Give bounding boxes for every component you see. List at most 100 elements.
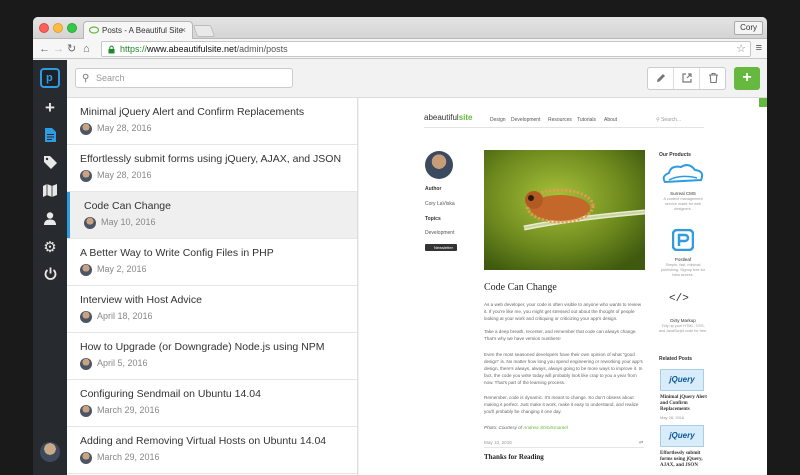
brand-suffix: site: [458, 113, 473, 122]
minimize-window-button[interactable]: [53, 23, 63, 33]
user-avatar[interactable]: [40, 442, 60, 462]
post-paragraph: Remember, code is dynamic. It's meant to…: [484, 395, 639, 414]
delete-post-button[interactable]: [700, 68, 726, 89]
sidebar-item-posts[interactable]: [33, 128, 67, 146]
address-bar[interactable]: https://www.abeautifulsite.net/admin/pos…: [101, 41, 751, 57]
plus-icon: +: [742, 69, 752, 86]
site-nav-divider: [424, 127, 704, 128]
author-avatar: [80, 405, 92, 417]
post-list-item[interactable]: How to Upgrade (or Downgrade) Node.js us…: [67, 333, 357, 380]
post-title: Code Can Change: [84, 200, 171, 212]
post-list-item[interactable]: A Better Way to Write Config Files in PH…: [67, 239, 357, 286]
site-nav-link[interactable]: Design: [490, 117, 506, 123]
post-list-item-selected[interactable]: Code Can Change May 10, 2016: [67, 192, 357, 239]
gear-icon: ⚙: [43, 239, 57, 256]
tab-title: Posts - A Beautiful Site: [102, 26, 183, 35]
post-date: March 29, 2016: [97, 405, 160, 415]
related-post-title[interactable]: Effortlessly submit forms using jQuery, …: [660, 451, 708, 469]
new-tab-button[interactable]: [192, 25, 216, 37]
post-list-item[interactable]: Configuring Sendmail on Ubuntu 14.04 Mar…: [67, 380, 357, 427]
app-sidebar: p + ⚙: [33, 60, 67, 475]
tab-strip: Posts - A Beautiful Site × Cory: [33, 17, 767, 39]
author-avatar: [80, 170, 92, 182]
post-title: Adding and Removing Virtual Hosts on Ubu…: [80, 435, 327, 447]
post-title: A Better Way to Write Config Files in PH…: [80, 247, 274, 259]
product-desc: Simple, fast, minimal publishing. Signup…: [660, 263, 706, 277]
browser-tab[interactable]: Posts - A Beautiful Site ×: [83, 21, 193, 39]
site-nav-link[interactable]: About: [604, 117, 617, 123]
sidebar-item-logout[interactable]: [33, 267, 67, 284]
author-avatar: [80, 452, 92, 464]
caterpillar-photo: [484, 150, 645, 270]
url-scheme: https://: [120, 44, 148, 54]
author-photo: [425, 151, 453, 179]
bookmark-star-icon[interactable]: ☆: [736, 42, 746, 55]
author-label: Author: [425, 186, 442, 192]
post-date: May 2, 2016: [97, 264, 147, 274]
post-title: Minimal jQuery Alert and Confirm Replace…: [80, 106, 305, 118]
jquery-logo: jQuery: [660, 425, 704, 447]
post-list-item[interactable]: Interview with Host Advice April 18, 201…: [67, 286, 357, 333]
photo-credit-link[interactable]: Andrew Shmitsmantel: [523, 425, 568, 430]
sidebar-item-new-post[interactable]: +: [33, 99, 67, 116]
maximize-window-button[interactable]: [67, 23, 77, 33]
browser-menu-icon[interactable]: ≡: [756, 42, 762, 54]
site-favicon-icon: [89, 26, 99, 34]
related-post-date: May 28, 2016: [660, 415, 685, 420]
author-name: Cory LaViska: [425, 201, 455, 207]
topics-label: Topics: [425, 216, 441, 222]
related-post-title[interactable]: Minimal jQuery Alert and Confirm Replace…: [660, 395, 708, 413]
code-brackets-icon: </>: [669, 293, 689, 305]
trash-icon: [708, 72, 718, 84]
post-list-item[interactable]: Adding and Removing Virtual Hosts on Ubu…: [67, 427, 357, 474]
post-list-item[interactable]: Minimal jQuery Alert and Confirm Replace…: [67, 98, 357, 145]
site-search[interactable]: ⚲ Search...: [656, 117, 681, 123]
lock-icon: [108, 45, 115, 54]
photo-credit: Photo: Courtesy of Andrew Shmitsmantel: [484, 425, 568, 430]
forward-icon[interactable]: →: [53, 42, 64, 56]
cloud-icon: [662, 164, 704, 184]
search-input[interactable]: ⚲ Search: [75, 68, 293, 88]
preview-handle[interactable]: [759, 98, 767, 107]
post-action-group: [647, 67, 726, 90]
post-paragraph: Even the most seasoned developers have t…: [484, 352, 643, 385]
post-title: Effortlessly submit forms using jQuery, …: [80, 153, 342, 165]
add-post-button[interactable]: +: [734, 67, 760, 90]
close-window-button[interactable]: [39, 23, 49, 33]
sidebar-item-settings[interactable]: ⚙: [33, 240, 67, 256]
site-nav-link[interactable]: Tutorials: [577, 117, 596, 123]
profile-button[interactable]: Cory: [734, 21, 763, 35]
document-icon: [44, 128, 56, 142]
edit-post-button[interactable]: [648, 68, 674, 89]
post-paragraph: Take a deep breath, recenter, and rememb…: [484, 329, 637, 341]
browser-window: Posts - A Beautiful Site × Cory ← → ↻ ⌂ …: [33, 17, 767, 475]
sidebar-item-navigation[interactable]: [33, 184, 67, 201]
post-list-item[interactable]: Effortlessly submit forms using jQuery, …: [67, 145, 357, 192]
site-nav-link[interactable]: Development: [511, 117, 540, 123]
reload-icon[interactable]: ↻: [67, 42, 76, 56]
site-nav-link[interactable]: Resources: [548, 117, 572, 123]
post-date: May 28, 2016: [97, 170, 152, 180]
sidebar-item-tags[interactable]: [33, 156, 67, 173]
search-icon: ⚲: [82, 73, 90, 84]
back-icon[interactable]: ←: [39, 42, 50, 56]
related-heading: Related Posts: [659, 356, 693, 362]
product-desc: Tidy up your HTML, CSS, and JavaScript c…: [658, 324, 708, 333]
post-title: Configuring Sendmail on Ubuntu 14.04: [80, 388, 261, 400]
post-date: May 28, 2016: [97, 123, 152, 133]
view-post-button[interactable]: [674, 68, 700, 89]
search-placeholder: Search: [96, 73, 125, 83]
postleaf-logo-icon: [672, 229, 694, 251]
app-logo-icon[interactable]: p: [40, 68, 60, 88]
home-icon[interactable]: ⌂: [83, 42, 90, 56]
jquery-logo: jQuery: [660, 369, 704, 391]
close-tab-icon[interactable]: ×: [181, 25, 186, 35]
products-heading: Our Products: [659, 152, 691, 158]
external-link-icon: [681, 73, 692, 83]
share-icon[interactable]: ⇄: [639, 440, 643, 446]
sidebar-item-users[interactable]: [33, 212, 67, 229]
url-host: www.abeautifulsite.net: [147, 44, 237, 54]
post-divider: [484, 447, 644, 448]
site-search-placeholder: Search...: [661, 117, 682, 123]
photo-credit-prefix: Photo: Courtesy of: [484, 425, 523, 430]
